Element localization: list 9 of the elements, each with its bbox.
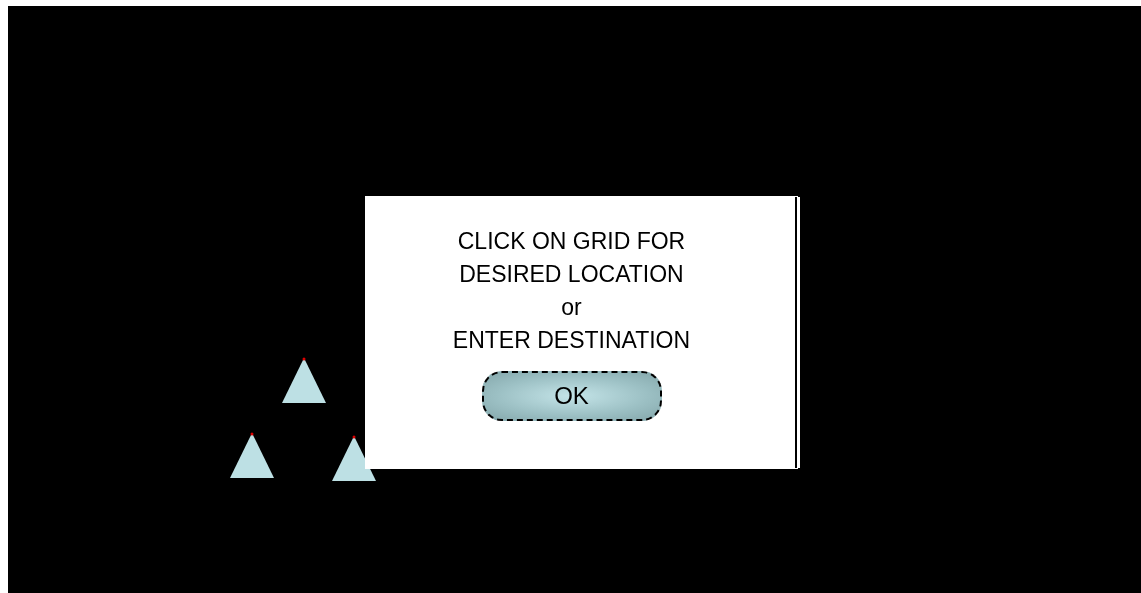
message-line: ENTER DESTINATION (452, 326, 691, 355)
triangle-marker-icon (230, 432, 274, 478)
message-line: DESIRED LOCATION (458, 260, 685, 289)
triangle-marker-icon (332, 435, 376, 481)
ok-button[interactable]: OK (481, 371, 662, 421)
message-line: or (560, 293, 583, 322)
message-line: CLICK ON GRID FOR (456, 227, 687, 256)
triangle-marker-icon (282, 357, 326, 403)
map-grid-background[interactable]: CLICK ON GRID FOR DESIRED LOCATION or ENTER DESTINATION OK (8, 6, 1141, 593)
